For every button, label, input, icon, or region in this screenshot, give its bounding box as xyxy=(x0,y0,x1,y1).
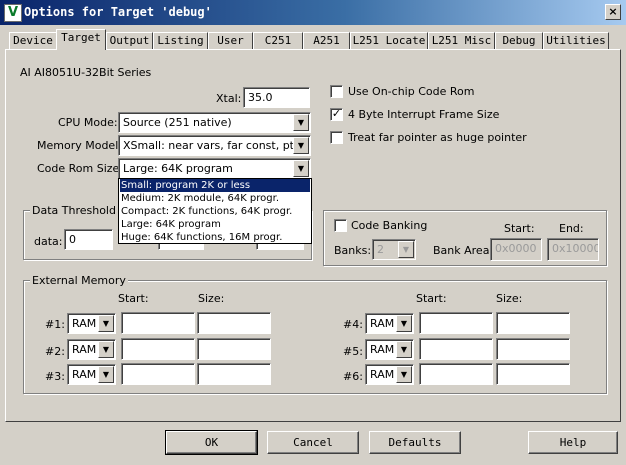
ext-size-input[interactable] xyxy=(197,338,271,360)
onchip-code-rom-checkbox[interactable] xyxy=(330,85,343,98)
ext-size-input[interactable] xyxy=(197,363,271,385)
chevron-down-icon[interactable]: ▼ xyxy=(98,315,114,332)
ext-start-input[interactable] xyxy=(121,312,195,334)
xtal-input[interactable]: 35.0 xyxy=(243,87,310,108)
code-banking-checkbox[interactable] xyxy=(334,219,347,232)
memory-model-select[interactable]: XSmall: near vars, far const, ptr-4 xyxy=(118,135,311,156)
ext-start-input[interactable] xyxy=(419,338,493,360)
ext-size-input[interactable] xyxy=(496,363,570,385)
ext-start-label: Start: xyxy=(118,292,149,305)
tab-user[interactable]: User xyxy=(208,32,253,49)
chevron-down-icon[interactable]: ▼ xyxy=(396,315,412,332)
tab-a251[interactable]: A251 xyxy=(303,32,350,49)
window-title: Options for Target 'debug' xyxy=(24,5,212,19)
bank-start-label: Start: xyxy=(504,222,535,235)
tab-debug[interactable]: Debug xyxy=(495,32,543,49)
external-memory-title: External Memory xyxy=(30,274,128,287)
tab-l251-misc[interactable]: L251 Misc xyxy=(428,32,495,49)
tab-target[interactable]: Target xyxy=(56,29,106,50)
ext-row-label: #5: xyxy=(343,345,363,358)
chevron-down-icon[interactable]: ▼ xyxy=(98,366,114,383)
ext-row-label: #6: xyxy=(343,370,363,383)
ext-row-label: #4: xyxy=(343,318,363,331)
tab-utilities[interactable]: Utilities xyxy=(543,32,609,49)
code-rom-size-dropdown: Small: program 2K or less Medium: 2K mod… xyxy=(118,178,312,244)
ext-size-input[interactable] xyxy=(496,312,570,334)
code-rom-size-select[interactable]: Large: 64K program xyxy=(118,158,311,179)
data-threshold-label: data: xyxy=(34,235,63,248)
keil-logo-icon: V xyxy=(4,4,22,22)
chevron-down-icon[interactable]: ▼ xyxy=(398,241,414,258)
dropdown-option[interactable]: Small: program 2K or less xyxy=(120,179,310,192)
ext-start-input[interactable] xyxy=(121,338,195,360)
tab-c251[interactable]: C251 xyxy=(253,32,303,49)
chevron-down-icon[interactable]: ▼ xyxy=(293,160,309,177)
ext-size-label: Size: xyxy=(496,292,523,305)
ext-size-input[interactable] xyxy=(197,312,271,334)
ext-row-label: #1: xyxy=(45,318,65,331)
memory-model-label: Memory Model: xyxy=(37,139,122,152)
bank-start-input[interactable]: 0x0000 xyxy=(490,238,542,261)
tab-output[interactable]: Output xyxy=(106,32,153,49)
xtal-label: Xtal: xyxy=(216,92,242,105)
code-banking-label: Code Banking xyxy=(351,219,428,232)
dropdown-option[interactable]: Huge: 64K functions, 16M progr. xyxy=(120,231,310,244)
cpu-mode-select[interactable]: Source (251 native) xyxy=(118,112,311,133)
tab-device[interactable]: Device xyxy=(9,32,57,49)
cancel-button[interactable]: Cancel xyxy=(267,431,359,454)
ext-start-input[interactable] xyxy=(419,363,493,385)
tab-l251-locate[interactable]: L251 Locate xyxy=(350,32,428,49)
data-threshold-input[interactable]: 0 xyxy=(64,229,113,250)
close-button[interactable]: × xyxy=(605,4,621,20)
dropdown-option[interactable]: Medium: 2K module, 64K progr. xyxy=(120,192,310,205)
chevron-down-icon[interactable]: ▼ xyxy=(98,341,114,358)
bank-end-label: End: xyxy=(559,222,584,235)
tab-listing[interactable]: Listing xyxy=(153,32,208,49)
four-byte-irq-checkbox[interactable]: ✓ xyxy=(330,108,343,121)
dropdown-option[interactable]: Compact: 2K functions, 64K progr. xyxy=(120,205,310,218)
far-huge-checkbox[interactable] xyxy=(330,131,343,144)
ok-button[interactable]: OK xyxy=(165,430,258,455)
far-huge-label: Treat far pointer as huge pointer xyxy=(348,131,527,144)
ext-start-input[interactable] xyxy=(419,312,493,334)
chevron-down-icon[interactable]: ▼ xyxy=(396,366,412,383)
device-name: AI AI8051U-32Bit Series xyxy=(20,66,152,79)
ext-start-label: Start: xyxy=(416,292,447,305)
ext-row-label: #2: xyxy=(45,345,65,358)
bank-area-label: Bank Area: xyxy=(433,244,494,257)
ext-size-label: Size: xyxy=(198,292,225,305)
ext-size-input[interactable] xyxy=(496,338,570,360)
banks-label: Banks: xyxy=(334,244,372,257)
ext-row-label: #3: xyxy=(45,370,65,383)
data-threshold-title: Data Threshold xyxy=(30,204,118,217)
defaults-button[interactable]: Defaults xyxy=(369,431,461,454)
code-rom-size-label: Code Rom Size: xyxy=(37,162,124,175)
dropdown-option[interactable]: Large: 64K program xyxy=(120,218,310,231)
four-byte-irq-label: 4 Byte Interrupt Frame Size xyxy=(348,108,500,121)
bank-end-input[interactable]: 0x10000 xyxy=(547,238,599,261)
ext-start-input[interactable] xyxy=(121,363,195,385)
chevron-down-icon[interactable]: ▼ xyxy=(396,341,412,358)
chevron-down-icon[interactable]: ▼ xyxy=(293,114,309,131)
help-button[interactable]: Help xyxy=(528,431,618,454)
chevron-down-icon[interactable]: ▼ xyxy=(293,137,309,154)
onchip-code-rom-label: Use On-chip Code Rom xyxy=(348,85,475,98)
cpu-mode-label: CPU Mode: xyxy=(58,116,118,129)
